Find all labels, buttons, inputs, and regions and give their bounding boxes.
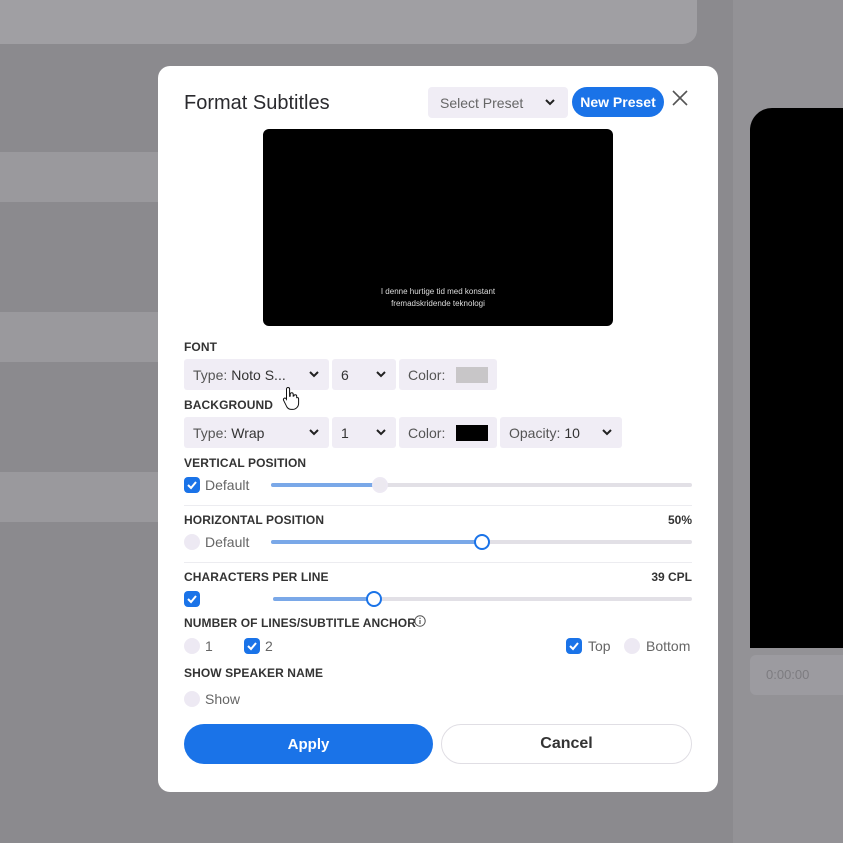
backdrop-header [0,0,697,44]
new-preset-button[interactable]: New Preset [572,87,664,117]
horizontal-position-value: 50% [667,513,692,527]
chevron-down-icon [376,429,386,436]
background-color-swatch [456,425,488,441]
horizontal-position-label: HORIZONTAL POSITION [184,513,325,527]
show-speaker-label: Show [205,691,241,707]
horizontal-slider-fill [271,540,482,544]
vertical-slider-fill [271,483,381,487]
preview-subtitle: I denne hurtige tid med konstant fremads… [263,286,613,310]
background-opacity-value: 10 [564,425,580,441]
background-size-value: 1 [341,425,349,441]
check-icon [569,642,579,651]
background-opacity-label: Opacity: [509,425,561,441]
font-type-value: Noto S... [231,367,286,383]
dialog-title: Format Subtitles [184,92,330,114]
background-size-select[interactable]: 1 [332,417,396,448]
close-icon[interactable] [670,88,690,108]
font-size-select[interactable]: 6 [332,359,396,390]
preset-select[interactable]: Select Preset [428,87,568,118]
horizontal-position-slider[interactable] [271,534,692,550]
check-icon [247,642,257,651]
lines-1-radio[interactable] [184,638,200,654]
characters-per-line-slider[interactable] [273,591,692,607]
anchor-top-radio[interactable] [566,638,582,654]
font-type-label: Type: [193,367,228,383]
chevron-down-icon [309,429,319,436]
vertical-position-slider[interactable] [271,477,692,493]
background-type-value: Wrap [231,425,265,441]
background-type-select[interactable]: Type: Wrap [184,417,329,448]
chevron-down-icon [376,371,386,378]
background-type-label: Type: [193,425,228,441]
characters-per-line-value: 39 CPL [651,570,692,584]
cpl-slider-fill [273,597,374,601]
characters-per-line-label: CHARACTERS PER LINE [184,570,329,584]
cpl-slider-thumb[interactable] [365,591,382,607]
vertical-default-label: Default [205,477,250,493]
divider [184,562,692,563]
lines-2-radio[interactable] [244,638,260,654]
format-subtitles-dialog: Format Subtitles Select Preset New Prese… [158,66,718,792]
font-color-swatch [456,367,488,383]
background-color-label: Color: [408,425,446,441]
vertical-slider-thumb[interactable] [372,477,389,493]
preview-line-1: I denne hurtige tid med konstant [380,287,496,296]
chevron-down-icon [602,429,612,436]
check-icon [187,481,197,490]
background-color-picker[interactable]: Color: [399,417,497,448]
characters-per-line-checkbox[interactable] [184,591,200,607]
font-color-label: Color: [408,367,446,383]
lines-2-label: 2 [265,638,273,654]
show-speaker-checkbox[interactable] [184,691,200,707]
preview-line-2: fremadskridende teknologi [391,299,485,308]
anchor-bottom-label: Bottom [646,638,691,654]
vertical-position-label: VERTICAL POSITION [184,456,307,470]
lines-anchor-label: NUMBER OF LINES/SUBTITLE ANCHOR [184,616,416,630]
background-opacity-select[interactable]: Opacity: 10 [500,417,622,448]
chevron-down-icon [309,371,319,378]
horizontal-slider-thumb[interactable] [473,534,490,550]
chevron-down-icon [545,99,555,106]
apply-button[interactable]: Apply [184,724,433,764]
cancel-button[interactable]: Cancel [441,724,692,764]
backdrop-timecode: 0:00:00 [750,655,843,695]
backdrop-video-player [750,108,843,648]
backdrop-row [0,312,160,362]
preset-select-label: Select Preset [440,95,524,111]
backdrop-row [0,152,160,202]
speaker-name-label: SHOW SPEAKER NAME [184,666,324,680]
lines-1-label: 1 [205,638,213,654]
vertical-default-checkbox[interactable] [184,477,200,493]
check-icon [187,595,197,604]
anchor-top-label: Top [588,638,611,654]
font-color-picker[interactable]: Color: [399,359,497,390]
horizontal-default-checkbox[interactable] [184,534,200,550]
horizontal-default-label: Default [205,534,250,550]
background-section-label: BACKGROUND [184,398,273,412]
font-section-label: FONT [184,340,218,354]
font-type-select[interactable]: Type: Noto S... [184,359,329,390]
backdrop-row [0,472,160,522]
divider [184,505,692,506]
font-size-value: 6 [341,367,349,383]
subtitle-preview: I denne hurtige tid med konstant fremads… [263,129,613,326]
info-icon[interactable] [414,615,426,627]
anchor-bottom-radio[interactable] [624,638,640,654]
hand-cursor-icon [282,386,300,410]
